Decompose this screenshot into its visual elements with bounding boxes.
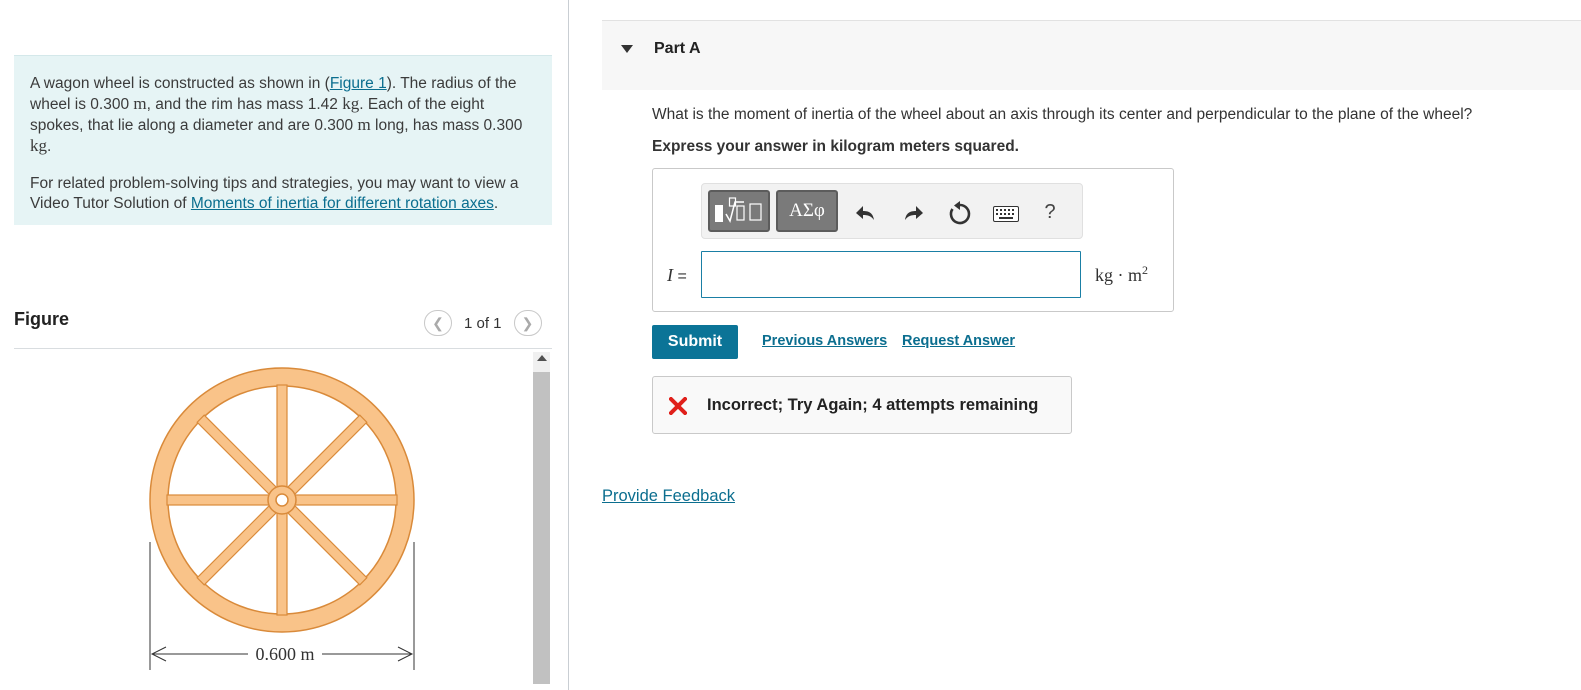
figure-page-count: 1 of 1 — [464, 314, 502, 332]
figure-scrollbar[interactable] — [533, 352, 550, 684]
scroll-up-arrow-icon[interactable] — [537, 355, 547, 361]
keyboard-button[interactable] — [992, 202, 1020, 226]
text: , and the rim has mass 1.42 — [146, 96, 338, 113]
figure-prev-button[interactable]: ❮ — [424, 310, 452, 336]
undo-button[interactable] — [852, 200, 880, 226]
scroll-thumb[interactable] — [533, 372, 550, 684]
figure-pager: ❮ 1 of 1 ❯ — [424, 310, 542, 336]
question-text: What is the moment of inertia of the whe… — [652, 106, 1473, 123]
part-a-header[interactable]: Part A — [602, 20, 1581, 90]
redo-icon — [905, 206, 923, 220]
unit-kg: kg — [342, 94, 360, 113]
unit-kg: kg — [30, 136, 47, 155]
answer-variable-label: I = — [667, 265, 687, 286]
variable-symbol: I — [667, 265, 673, 285]
undo-icon — [856, 206, 874, 220]
answer-input[interactable] — [701, 251, 1081, 298]
unit-exponent: 2 — [1142, 263, 1148, 277]
templates-icon — [715, 197, 762, 223]
figure-title: Figure — [14, 309, 70, 329]
reset-icon — [949, 201, 971, 225]
reset-button[interactable] — [946, 200, 974, 228]
problem-paragraph-2: For related problem-solving tips and str… — [30, 174, 536, 214]
redo-button[interactable] — [899, 200, 927, 226]
unit-base: kg · m — [1095, 265, 1142, 285]
dimension-label: 0.600 m — [255, 644, 314, 664]
templates-button[interactable] — [708, 190, 770, 232]
video-tutor-link[interactable]: Moments of inertia for different rotatio… — [191, 195, 494, 212]
provide-feedback-link[interactable]: Provide Feedback — [602, 487, 735, 506]
wheel-hub-center — [275, 493, 289, 507]
submit-button[interactable]: Submit — [652, 325, 738, 359]
answer-instruction: Express your answer in kilogram meters s… — [652, 138, 1019, 155]
answer-area: ΑΣφ ? I = kg · m2 — [652, 168, 1174, 312]
figure-next-button[interactable]: ❯ — [513, 310, 542, 336]
figure-1-link[interactable]: Figure 1 — [330, 75, 387, 92]
text: A wagon wheel is constructed as shown in… — [30, 75, 330, 92]
figure-divider — [14, 348, 552, 349]
answer-unit: kg · m2 — [1095, 263, 1148, 286]
chevron-left-icon: ❮ — [432, 314, 444, 331]
unit-m: m — [357, 115, 371, 134]
panel-divider — [568, 0, 569, 690]
request-answer-link[interactable]: Request Answer — [902, 333, 1015, 349]
feedback-message-box: Incorrect; Try Again; 4 attempts remaini… — [652, 376, 1072, 434]
wagon-wheel-figure: 0.600 m — [149, 367, 415, 670]
math-toolbar: ΑΣφ ? — [701, 183, 1083, 239]
previous-answers-link[interactable]: Previous Answers — [762, 333, 887, 349]
greek-letters-button[interactable]: ΑΣφ — [776, 190, 838, 232]
help-icon: ? — [1044, 200, 1056, 223]
help-button[interactable]: ? — [1036, 198, 1064, 226]
part-title: Part A — [654, 40, 701, 57]
problem-paragraph-1: A wagon wheel is constructed as shown in… — [30, 74, 536, 157]
text: . — [493, 195, 499, 212]
problem-statement: A wagon wheel is constructed as shown in… — [14, 55, 552, 225]
caret-down-icon[interactable] — [621, 45, 633, 53]
text: long, has mass 0.300 — [375, 117, 523, 134]
incorrect-x-icon — [669, 397, 687, 415]
chevron-right-icon: ❯ — [521, 314, 534, 331]
unit-m: m — [133, 94, 147, 113]
greek-letters-icon: ΑΣφ — [789, 200, 825, 221]
text: . — [47, 138, 52, 155]
feedback-text: Incorrect; Try Again; 4 attempts remaini… — [707, 396, 1039, 414]
equals-sign: = — [677, 268, 687, 285]
keyboard-icon — [993, 206, 1019, 222]
problem-panel: A wagon wheel is constructed as shown in… — [0, 0, 568, 690]
